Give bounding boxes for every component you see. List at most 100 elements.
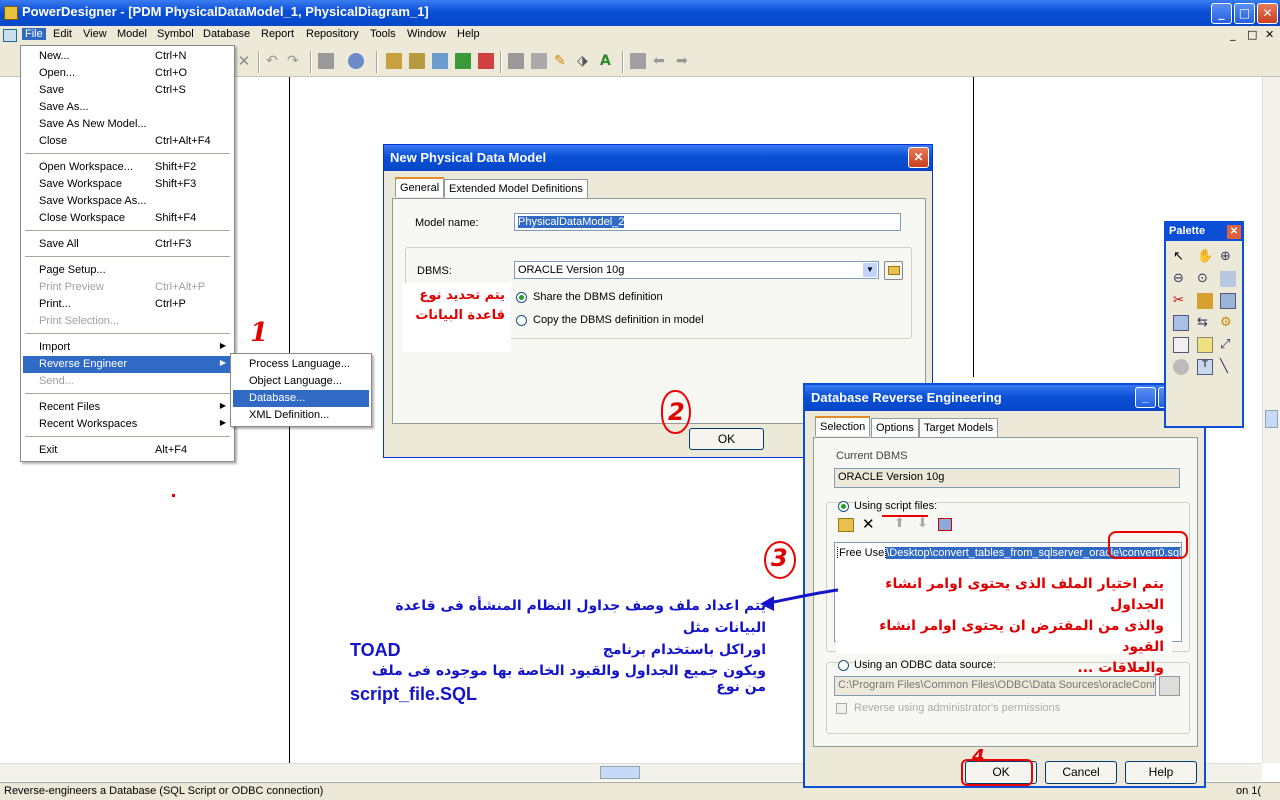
menu-file[interactable]: File [22,28,46,40]
zoom-icon[interactable]: ⊙ [1197,271,1213,287]
share-dbms-radio[interactable] [516,292,527,303]
workspace-icon[interactable] [386,53,402,69]
menu-item-import[interactable]: Import ▶ [23,339,232,356]
vertical-scrollbar[interactable] [1262,77,1280,763]
remove-file-icon[interactable]: ✕ [862,515,875,533]
view-icon[interactable] [1173,315,1189,331]
line-icon[interactable]: ╲ [1220,359,1236,375]
line-style-icon[interactable]: ⬗ [577,53,593,69]
menu-view[interactable]: View [83,28,107,40]
model-list-icon[interactable] [432,53,448,69]
font-icon[interactable]: A [600,53,616,69]
menu-item-save-all[interactable]: Save All Ctrl+F3 [23,236,232,253]
properties-icon[interactable] [318,53,334,69]
submenu-object-language[interactable]: Object Language... [233,373,369,390]
copy-dbms-radio[interactable] [516,315,527,326]
tab-options[interactable]: Options [871,418,919,437]
dbms-select[interactable]: ORACLE Version 10g ▼ [514,261,879,279]
open-folder-icon[interactable] [409,53,425,69]
note-icon[interactable] [1197,337,1213,353]
menu-item-recent-workspaces[interactable]: Recent Workspaces ▶ [23,416,232,433]
menu-item-open-workspace[interactable]: Open Workspace... Shift+F2 [23,159,232,176]
link-icon[interactable]: ⤢ [1220,337,1236,353]
browse-dbms-folder-icon[interactable] [884,261,903,280]
menu-item-print[interactable]: Print... Ctrl+P [23,296,232,313]
procedure-icon[interactable]: ⚙ [1220,315,1236,331]
palette-close-icon[interactable]: ✕ [1227,225,1241,239]
tab-extended-model-definitions[interactable]: Extended Model Definitions [444,179,588,198]
menu-item-recent-files[interactable]: Recent Files ▶ [23,399,232,416]
new-pdm-close-button[interactable]: ✕ [908,147,929,168]
menu-item-close[interactable]: Close Ctrl+Alt+F4 [23,133,232,150]
minimize-button[interactable]: _ [1211,3,1232,24]
reverse-minimize-button[interactable]: _ [1135,387,1156,408]
menu-repository[interactable]: Repository [306,28,359,40]
forward-icon[interactable]: ➡ [676,53,692,69]
file-icon[interactable] [1173,337,1189,353]
menu-report[interactable]: Report [261,28,294,40]
submenu-database[interactable]: Database... [233,390,369,407]
menu-item-reverse-engineer[interactable]: Reverse Engineer ▶ [23,356,232,373]
pencil-icon[interactable]: ✎ [554,53,570,69]
menu-window[interactable]: Window [407,28,446,40]
menu-tools[interactable]: Tools [370,28,396,40]
package-icon[interactable] [1197,293,1213,309]
hscroll-thumb[interactable] [600,766,640,779]
menu-item-open[interactable]: Open... Ctrl+O [23,65,232,82]
mdi-restore-button[interactable]: □ [1247,28,1257,41]
back-icon[interactable]: ⬅ [653,53,669,69]
menu-database[interactable]: Database [203,28,250,40]
fill-icon[interactable] [531,53,547,69]
text-icon[interactable]: T [1197,359,1213,375]
menu-item-new[interactable]: New... Ctrl+N [23,48,232,65]
reverse-help-button[interactable]: Help [1125,761,1197,784]
open-package-icon[interactable] [1220,271,1236,287]
grabber-icon[interactable]: ✋ [1197,249,1213,265]
submenu-xml-definition[interactable]: XML Definition... [233,407,369,424]
undo-icon[interactable]: ↶ [266,53,282,69]
menu-item-save-workspace-as[interactable]: Save Workspace As... [23,193,232,210]
submenu-process-language[interactable]: Process Language... [233,356,369,373]
menu-edit[interactable]: Edit [53,28,72,40]
table-icon[interactable] [1220,293,1236,309]
menu-symbol[interactable]: Symbol [157,28,194,40]
reverse-cancel-button[interactable]: Cancel [1045,761,1117,784]
pointer-icon[interactable]: ↖ [1173,249,1189,265]
tab-general[interactable]: General [395,177,445,197]
cut-icon[interactable]: ✂ [1173,293,1189,309]
script-files-radio[interactable] [838,501,849,512]
mdi-close-button[interactable]: ✕ [1265,28,1274,41]
menu-item-save-workspace[interactable]: Save Workspace Shift+F3 [23,176,232,193]
vscroll-thumb[interactable] [1265,410,1278,428]
menu-model[interactable]: Model [117,28,147,40]
new-pdm-ok-button[interactable]: OK [689,428,764,450]
check-model-icon[interactable] [455,53,471,69]
align-icon[interactable] [630,53,646,69]
menu-item-save-as-new-model[interactable]: Save As New Model... [23,116,232,133]
close-button[interactable]: ✕ [1257,3,1278,24]
menu-item-page-setup[interactable]: Page Setup... [23,262,232,279]
format-icon[interactable] [508,53,524,69]
maximize-button[interactable]: □ [1234,3,1255,24]
reference-icon[interactable]: ⇆ [1197,315,1213,331]
zoom-out-icon[interactable]: ⊖ [1173,271,1189,287]
generate-icon[interactable] [478,53,494,69]
menu-item-save[interactable]: Save Ctrl+S [23,82,232,99]
tab-selection[interactable]: Selection [815,416,871,436]
zoom-in-icon[interactable]: ⊕ [1220,249,1236,265]
mdi-minimize-button[interactable]: _ [1230,28,1236,41]
menu-item-save-as[interactable]: Save As... [23,99,232,116]
chevron-down-icon[interactable]: ▼ [863,263,877,277]
ellipse-icon[interactable] [1173,359,1189,375]
add-file-icon[interactable] [838,518,854,532]
redo-icon[interactable]: ↷ [287,53,303,69]
move-down-icon[interactable]: ⬇ [917,516,928,531]
model-name-input[interactable]: PhysicalDataModel_2 [514,213,901,231]
browser-icon[interactable] [348,53,364,69]
tab-target-models[interactable]: Target Models [919,418,999,437]
menu-help[interactable]: Help [457,28,480,40]
menu-item-close-workspace[interactable]: Close Workspace Shift+F4 [23,210,232,227]
move-up-icon[interactable]: ⬆ [894,516,905,531]
delete-icon[interactable]: ✕ [236,53,252,69]
menu-item-exit[interactable]: Exit Alt+F4 [23,442,232,459]
